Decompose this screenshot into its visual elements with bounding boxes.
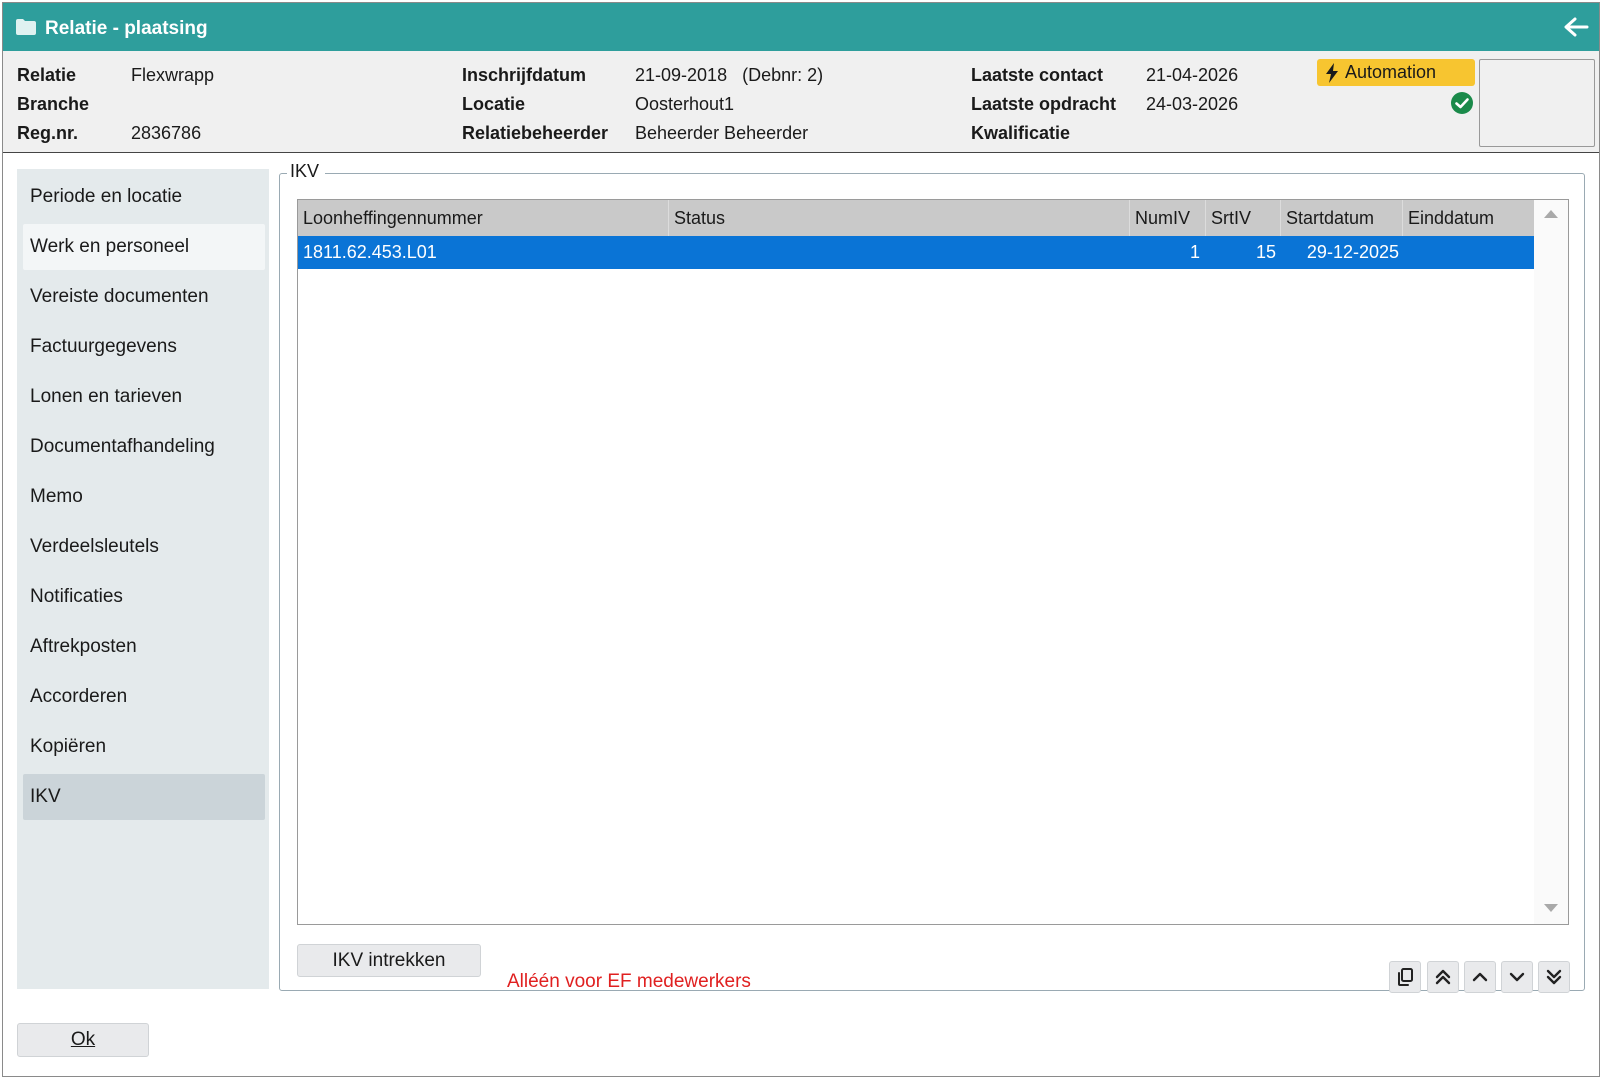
- ef-only-note: Alléén voor EF medewerkers: [507, 971, 751, 992]
- vertical-scrollbar[interactable]: [1534, 200, 1568, 924]
- relatiebeheerder-value: Beheerder Beheerder: [635, 123, 809, 143]
- relatiebeheerder-label: Relatiebeheerder: [462, 123, 609, 143]
- table-header: Loonheffingennummer Status NumIV SrtIV S…: [298, 200, 1534, 236]
- automation-badge-label: Automation: [1345, 62, 1437, 82]
- ikv-intrekken-button[interactable]: IKV intrekken: [297, 944, 481, 977]
- sidebar-item-werk-en-personeel[interactable]: Werk en personeel: [23, 224, 265, 270]
- cell-loonheffingennummer: 1811.62.453.L01: [303, 242, 437, 262]
- sidebar-item-factuurgegevens[interactable]: Factuurgegevens: [23, 324, 265, 370]
- sidebar-item-label: Memo: [30, 486, 83, 507]
- sidebar-item-label: Aftrekposten: [30, 636, 137, 657]
- ikv-group-title: IKV: [287, 161, 326, 182]
- sidebar-nav: Periode en locatie Werk en personeel Ver…: [17, 169, 269, 989]
- chevron-down-icon: [1509, 972, 1525, 982]
- dialog-window: Relatie - plaatsing Relatie Flexwrapp Br…: [2, 2, 1600, 1077]
- inschrijfdatum-value: 21-09-2018 (Debnr: 2): [635, 65, 824, 85]
- relation-header: Relatie Flexwrapp Branche Reg.nr. 283678…: [3, 51, 1599, 153]
- column-header-status[interactable]: Status: [669, 200, 1130, 236]
- cell-srtiv: 15: [1255, 242, 1276, 262]
- window-title: Relatie - plaatsing: [45, 18, 208, 39]
- column-header-einddatum[interactable]: Einddatum: [1403, 200, 1534, 236]
- inschrijfdatum-label: Inschrijfdatum: [462, 65, 587, 85]
- check-circle-icon: [1451, 92, 1473, 114]
- sidebar-item-label: IKV: [30, 786, 61, 807]
- cell-numiv: 1: [1189, 242, 1200, 262]
- sidebar-item-ikv[interactable]: IKV: [23, 774, 265, 820]
- sidebar-item-kopieren[interactable]: Kopiëren: [23, 724, 265, 770]
- title-bar: Relatie - plaatsing: [3, 3, 1599, 51]
- scroll-down-arrow-icon[interactable]: [1544, 904, 1558, 912]
- laatste-contact-value: 21-04-2026: [1146, 65, 1239, 85]
- branche-label: Branche: [17, 94, 90, 114]
- sidebar-item-label: Notificaties: [30, 586, 123, 607]
- column-header-srtiv[interactable]: SrtIV: [1206, 200, 1281, 236]
- copy-icon: [1398, 968, 1413, 986]
- table-row[interactable]: 1811.62.453.L01 1 15 29-12-2025: [298, 236, 1534, 269]
- copy-button[interactable]: [1389, 961, 1421, 993]
- column-header-numiv[interactable]: NumIV: [1130, 200, 1206, 236]
- folder-icon: [16, 19, 36, 35]
- lightning-icon: [1326, 62, 1338, 83]
- double-chevron-up-icon: [1435, 969, 1451, 985]
- sidebar-item-label: Accorderen: [30, 686, 128, 707]
- locatie-value: Oosterhout1: [635, 94, 735, 114]
- sidebar-item-lonen-en-tarieven[interactable]: Lonen en tarieven: [23, 374, 265, 420]
- regnr-value: 2836786: [131, 123, 202, 143]
- sidebar-item-aftrekposten[interactable]: Aftrekposten: [23, 624, 265, 670]
- sidebar-item-label: Periode en locatie: [30, 186, 183, 207]
- cell-startdatum: 29-12-2025: [1306, 242, 1399, 262]
- laatste-opdracht-value: 24-03-2026: [1146, 94, 1239, 114]
- move-down-button[interactable]: [1501, 961, 1533, 993]
- sidebar-item-label: Werk en personeel: [30, 236, 190, 257]
- column-header-startdatum[interactable]: Startdatum: [1281, 200, 1403, 236]
- ok-button[interactable]: Ok: [17, 1023, 149, 1057]
- laatste-contact-label: Laatste contact: [971, 65, 1104, 85]
- ikv-table: Loonheffingennummer Status NumIV SrtIV S…: [297, 199, 1569, 925]
- relatie-value: Flexwrapp: [131, 65, 215, 85]
- move-up-button[interactable]: [1464, 961, 1496, 993]
- sidebar-item-label: Vereiste documenten: [30, 286, 209, 307]
- sidebar-item-label: Factuurgegevens: [30, 336, 177, 357]
- cell-status: [674, 236, 1124, 269]
- sidebar-item-label: Documentafhandeling: [30, 436, 215, 457]
- sidebar-item-vereiste-documenten[interactable]: Vereiste documenten: [23, 274, 265, 320]
- back-arrow-icon[interactable]: [1563, 16, 1589, 38]
- locatie-label: Locatie: [462, 94, 526, 114]
- sidebar-item-label: Kopiëren: [30, 736, 107, 757]
- sidebar-item-accorderen[interactable]: Accorderen: [23, 674, 265, 720]
- sidebar-item-memo[interactable]: Memo: [23, 474, 265, 520]
- sidebar-item-label: Lonen en tarieven: [30, 386, 183, 407]
- chevron-up-icon: [1472, 972, 1488, 982]
- cell-einddatum: [1408, 236, 1528, 269]
- column-header-loonheffingennummer[interactable]: Loonheffingennummer: [298, 200, 669, 236]
- relatie-label: Relatie: [17, 65, 77, 85]
- sidebar-item-periode-en-locatie[interactable]: Periode en locatie: [23, 174, 265, 220]
- scroll-up-arrow-icon[interactable]: [1544, 210, 1558, 218]
- regnr-label: Reg.nr.: [17, 123, 79, 143]
- sidebar-item-documentafhandeling[interactable]: Documentafhandeling: [23, 424, 265, 470]
- photo-placeholder[interactable]: [1479, 59, 1595, 147]
- sidebar-item-label: Verdeelsleutels: [30, 536, 159, 557]
- sidebar-item-notificaties[interactable]: Notificaties: [23, 574, 265, 620]
- move-to-top-button[interactable]: [1427, 961, 1459, 993]
- automation-badge[interactable]: Automation: [1317, 59, 1475, 86]
- sidebar-item-verdeelsleutels[interactable]: Verdeelsleutels: [23, 524, 265, 570]
- move-to-bottom-button[interactable]: [1538, 961, 1570, 993]
- kwalificatie-label: Kwalificatie: [971, 123, 1071, 143]
- double-chevron-down-icon: [1546, 969, 1562, 985]
- laatste-opdracht-label: Laatste opdracht: [971, 94, 1117, 114]
